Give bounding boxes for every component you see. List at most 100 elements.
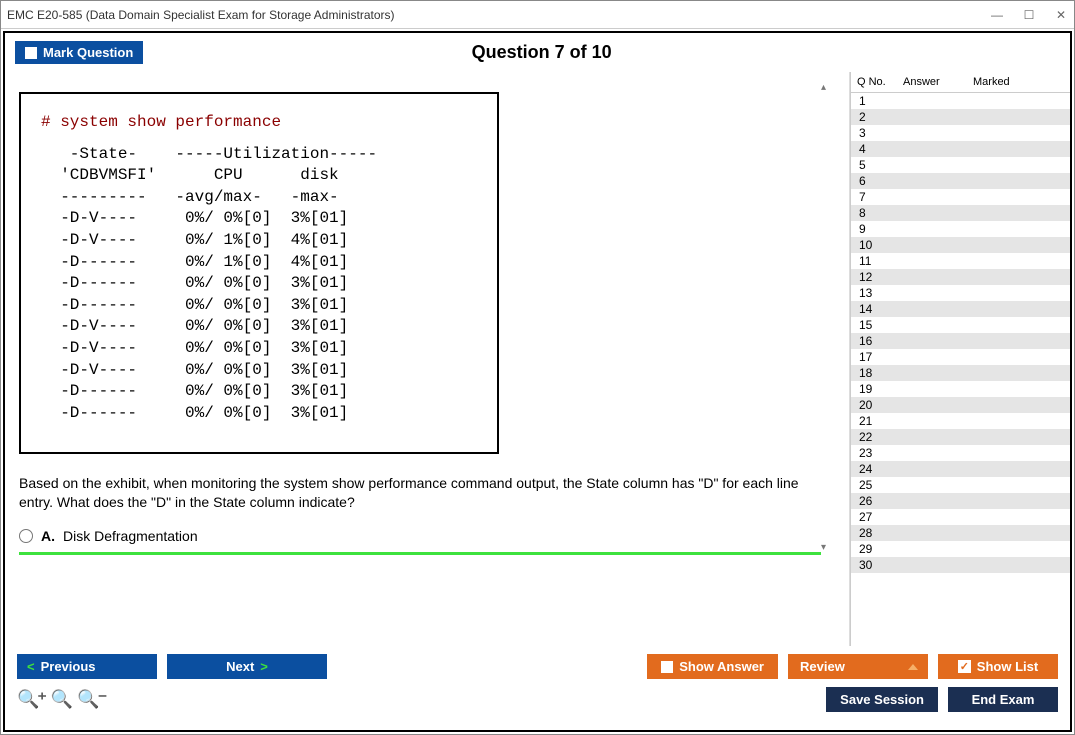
nav-row[interactable]: 29 <box>851 541 1070 557</box>
chevron-left-icon: < <box>27 659 35 674</box>
nav-row-number: 19 <box>851 382 897 396</box>
nav-row[interactable]: 8 <box>851 205 1070 221</box>
nav-row-number: 12 <box>851 270 897 284</box>
scroll-down-icon[interactable]: ▾ <box>821 542 835 553</box>
footer-row-1: < Previous Next > Show Answer Review ✓ <box>17 654 1058 679</box>
nav-row[interactable]: 11 <box>851 253 1070 269</box>
footer: < Previous Next > Show Answer Review ✓ <box>5 646 1070 730</box>
header-row: Mark Question Question 7 of 10 <box>5 33 1070 72</box>
navigator-header: Q No. Answer Marked <box>851 72 1070 93</box>
nav-row-number: 20 <box>851 398 897 412</box>
nav-row[interactable]: 13 <box>851 285 1070 301</box>
nav-row[interactable]: 15 <box>851 317 1070 333</box>
nav-row-number: 29 <box>851 542 897 556</box>
nav-row-number: 22 <box>851 430 897 444</box>
window-controls: — ☐ ✕ <box>990 8 1068 22</box>
nav-row[interactable]: 19 <box>851 381 1070 397</box>
next-label: Next <box>226 659 254 674</box>
nav-row[interactable]: 26 <box>851 493 1070 509</box>
window-title: EMC E20-585 (Data Domain Specialist Exam… <box>7 8 990 22</box>
nav-row[interactable]: 16 <box>851 333 1070 349</box>
nav-row[interactable]: 2 <box>851 109 1070 125</box>
question-scroll-arrows[interactable]: ▴ ▾ <box>821 80 835 555</box>
previous-label: Previous <box>41 659 96 674</box>
nav-row[interactable]: 23 <box>851 445 1070 461</box>
zoom-controls: 🔍⁺ 🔍 🔍⁻ <box>17 689 105 710</box>
nav-row-number: 24 <box>851 462 897 476</box>
nav-row[interactable]: 25 <box>851 477 1070 493</box>
review-button[interactable]: Review <box>788 654 928 679</box>
nav-row[interactable]: 18 <box>851 365 1070 381</box>
nav-row[interactable]: 22 <box>851 429 1070 445</box>
question-text: Based on the exhibit, when monitoring th… <box>19 474 821 512</box>
show-list-button[interactable]: ✓ Show List <box>938 654 1058 679</box>
titlebar: EMC E20-585 (Data Domain Specialist Exam… <box>1 1 1074 29</box>
previous-button[interactable]: < Previous <box>17 654 157 679</box>
exhibit-command: # system show performance <box>41 112 477 134</box>
nav-row[interactable]: 12 <box>851 269 1070 285</box>
zoom-in-icon[interactable]: 🔍⁺ <box>17 689 45 710</box>
nav-row-number: 17 <box>851 350 897 364</box>
radio-icon[interactable] <box>19 529 33 543</box>
nav-row[interactable]: 21 <box>851 413 1070 429</box>
navigator-list[interactable]: 1234567891011121314151617181920212223242… <box>851 93 1070 646</box>
nav-row[interactable]: 20 <box>851 397 1070 413</box>
check-icon: ✓ <box>958 660 971 673</box>
nav-row[interactable]: 9 <box>851 221 1070 237</box>
nav-row[interactable]: 24 <box>851 461 1070 477</box>
answer-option-a[interactable]: A. Disk Defragmentation <box>19 528 821 544</box>
show-answer-button[interactable]: Show Answer <box>647 654 778 679</box>
nav-row-number: 26 <box>851 494 897 508</box>
answer-text: Disk Defragmentation <box>63 528 198 544</box>
question-counter-title: Question 7 of 10 <box>23 42 1060 63</box>
nav-row-number: 28 <box>851 526 897 540</box>
zoom-reset-icon[interactable]: 🔍 <box>51 689 71 710</box>
nav-row-number: 18 <box>851 366 897 380</box>
nav-row-number: 15 <box>851 318 897 332</box>
nav-row-number: 3 <box>851 126 897 140</box>
nav-row[interactable]: 7 <box>851 189 1070 205</box>
nav-row[interactable]: 14 <box>851 301 1070 317</box>
maximize-icon[interactable]: ☐ <box>1022 8 1036 22</box>
nav-row[interactable]: 6 <box>851 173 1070 189</box>
nav-col-answer: Answer <box>897 74 967 90</box>
nav-row[interactable]: 1 <box>851 93 1070 109</box>
question-pane[interactable]: # system show performance -State- -----U… <box>5 72 850 646</box>
nav-row-number: 9 <box>851 222 897 236</box>
review-label: Review <box>800 659 845 674</box>
nav-row-number: 6 <box>851 174 897 188</box>
nav-row[interactable]: 10 <box>851 237 1070 253</box>
nav-row-number: 14 <box>851 302 897 316</box>
scroll-up-icon[interactable]: ▴ <box>821 82 835 93</box>
nav-row-number: 16 <box>851 334 897 348</box>
nav-row[interactable]: 27 <box>851 509 1070 525</box>
nav-row-number: 13 <box>851 286 897 300</box>
nav-row[interactable]: 30 <box>851 557 1070 573</box>
navigator-pane: Q No. Answer Marked 12345678910111213141… <box>850 72 1070 646</box>
nav-row[interactable]: 5 <box>851 157 1070 173</box>
chevron-right-icon: > <box>260 659 268 674</box>
nav-row-number: 8 <box>851 206 897 220</box>
nav-row[interactable]: 4 <box>851 141 1070 157</box>
answer-letter: A. <box>41 528 55 544</box>
nav-row-number: 2 <box>851 110 897 124</box>
nav-row-number: 27 <box>851 510 897 524</box>
next-button[interactable]: Next > <box>167 654 327 679</box>
zoom-out-icon[interactable]: 🔍⁻ <box>77 689 105 710</box>
nav-row[interactable]: 17 <box>851 349 1070 365</box>
body-row: # system show performance -State- -----U… <box>5 72 1070 646</box>
nav-row[interactable]: 28 <box>851 525 1070 541</box>
exhibit-box: # system show performance -State- -----U… <box>19 92 499 454</box>
show-answer-label: Show Answer <box>679 659 764 674</box>
nav-row[interactable]: 3 <box>851 125 1070 141</box>
save-session-button[interactable]: Save Session <box>826 687 938 712</box>
nav-row-number: 1 <box>851 94 897 108</box>
footer-row-2: 🔍⁺ 🔍 🔍⁻ Save Session End Exam <box>17 687 1058 712</box>
nav-row-number: 30 <box>851 558 897 572</box>
close-icon[interactable]: ✕ <box>1054 8 1068 22</box>
app-window: EMC E20-585 (Data Domain Specialist Exam… <box>0 0 1075 735</box>
end-exam-button[interactable]: End Exam <box>948 687 1058 712</box>
content-frame: Mark Question Question 7 of 10 # system … <box>3 31 1072 732</box>
nav-col-qno: Q No. <box>851 74 897 90</box>
minimize-icon[interactable]: — <box>990 8 1004 22</box>
